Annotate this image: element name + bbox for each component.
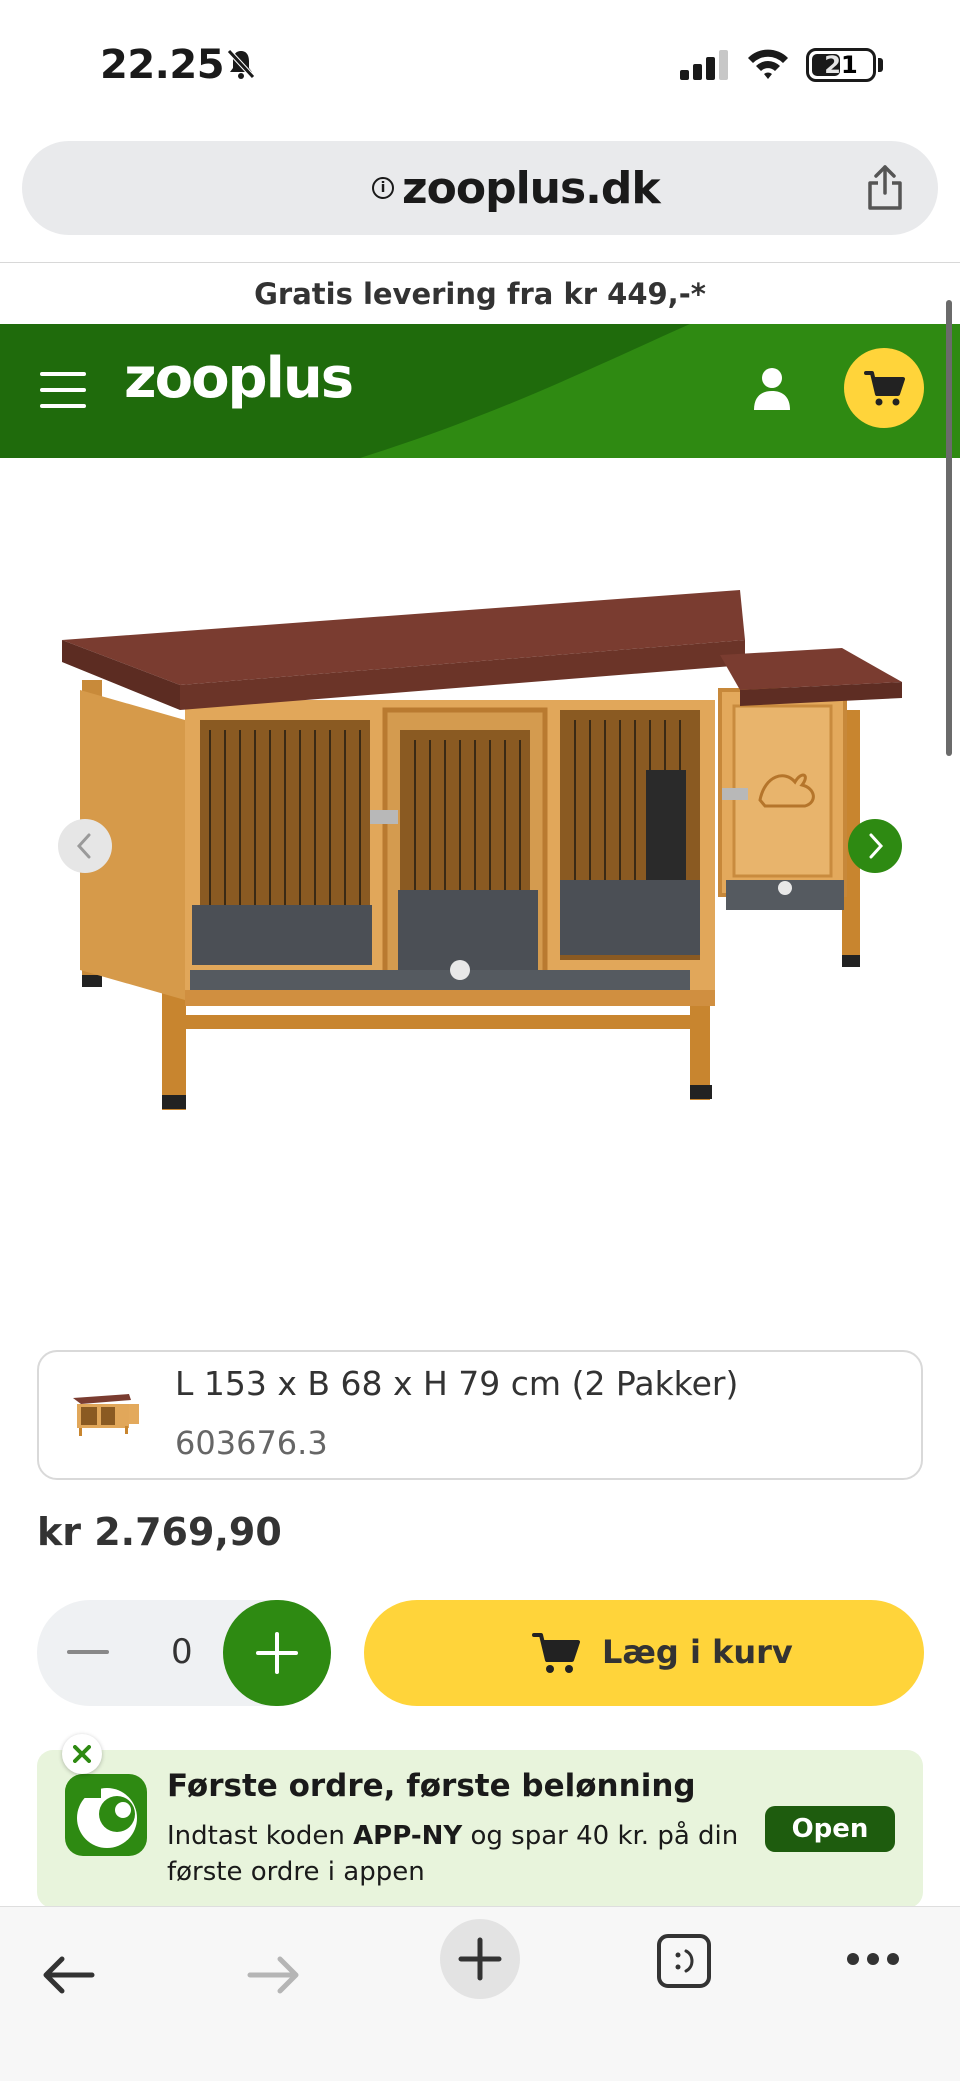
- quantity-stepper: 0: [37, 1600, 331, 1706]
- quantity-decrease-button[interactable]: [67, 1650, 109, 1654]
- share-icon[interactable]: [864, 165, 906, 215]
- zooplus-logo[interactable]: zooplus: [124, 346, 354, 411]
- quantity-increase-button[interactable]: [223, 1600, 331, 1706]
- variant-sku: 603676.3: [175, 1424, 328, 1462]
- free-shipping-banner[interactable]: Gratis levering fra kr 449,-*: [0, 264, 960, 324]
- product-image-hutch[interactable]: [50, 570, 910, 1130]
- status-time: 22.25: [100, 42, 225, 88]
- promo-code: APP-NY: [353, 1821, 463, 1851]
- forward-icon[interactable]: [246, 1955, 302, 1999]
- zooplus-app-icon: [65, 1774, 147, 1856]
- variant-title: L 153 x B 68 x H 79 cm (2 Pakker): [175, 1364, 739, 1403]
- carousel-prev-button[interactable]: [58, 819, 112, 873]
- cart-button[interactable]: [844, 348, 924, 428]
- site-info-icon[interactable]: i: [372, 177, 394, 199]
- chevron-left-icon: [76, 833, 91, 859]
- carousel-next-button[interactable]: [848, 819, 902, 873]
- menu-icon[interactable]: [40, 372, 86, 408]
- new-tab-button[interactable]: [440, 1919, 520, 1999]
- more-options-icon[interactable]: [846, 1951, 900, 1971]
- divider: [0, 262, 960, 263]
- page-scrollbar[interactable]: [946, 300, 952, 756]
- url-text[interactable]: zooplus.dk: [402, 163, 661, 214]
- banner-title: Første ordre, første belønning: [167, 1768, 696, 1804]
- silent-bell-icon: [226, 48, 256, 84]
- browser-toolbar: [0, 1906, 960, 2081]
- add-to-cart-label: Læg i kurv: [602, 1633, 793, 1671]
- cart-icon: [864, 371, 905, 406]
- add-to-cart-button[interactable]: Læg i kurv: [364, 1600, 924, 1706]
- chevron-right-icon: [869, 833, 884, 859]
- battery-icon: 21: [806, 48, 876, 82]
- close-banner-button[interactable]: [62, 1734, 102, 1774]
- site-header: zooplus: [0, 324, 960, 458]
- product-price: kr 2.769,90: [37, 1510, 282, 1554]
- open-app-button[interactable]: Open: [765, 1806, 895, 1852]
- wifi-icon: [746, 46, 790, 84]
- banner-text: Indtast koden APP-NY og spar 40 kr. på d…: [167, 1821, 739, 1887]
- variant-selector[interactable]: L 153 x B 68 x H 79 cm (2 Pakker) 603676…: [37, 1350, 923, 1480]
- back-icon[interactable]: [40, 1955, 96, 1999]
- cart-icon: [532, 1633, 580, 1673]
- tabs-icon[interactable]: [656, 1933, 712, 1993]
- app-promo-banner: Første ordre, første belønning Indtast k…: [37, 1750, 923, 1908]
- cellular-signal-icon: [680, 50, 730, 84]
- quantity-value[interactable]: 0: [171, 1632, 193, 1672]
- user-icon[interactable]: [752, 366, 792, 416]
- close-icon: [73, 1745, 91, 1763]
- status-bar: 22.25 21: [0, 0, 960, 130]
- variant-thumbnail: [73, 1394, 139, 1436]
- battery-level: 21: [824, 51, 858, 79]
- address-bar[interactable]: i zooplus.dk: [22, 141, 938, 235]
- plus-icon: [458, 1937, 502, 1981]
